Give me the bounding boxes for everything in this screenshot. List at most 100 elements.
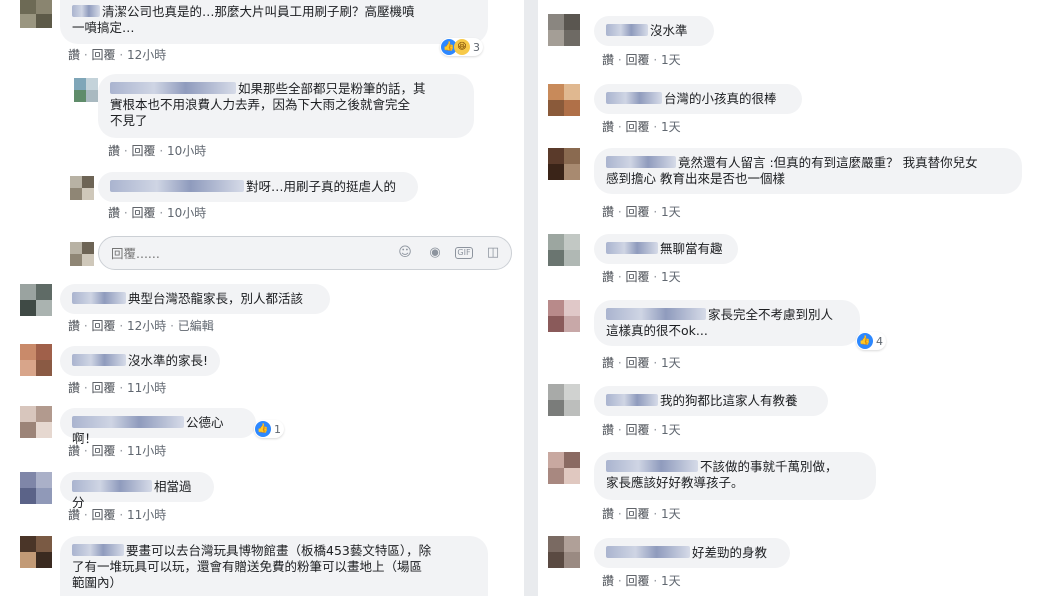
avatar[interactable] xyxy=(548,384,580,416)
blurred-username[interactable] xyxy=(72,354,126,366)
reaction-count[interactable]: 👍 4 xyxy=(856,332,886,350)
like-link[interactable]: 讚 xyxy=(68,48,80,62)
edited-label[interactable]: 已編輯 xyxy=(178,319,214,333)
avatar[interactable] xyxy=(548,300,580,332)
like-link[interactable]: 讚 xyxy=(68,444,80,458)
reply-link[interactable]: 回覆 xyxy=(626,270,650,284)
like-link[interactable]: 讚 xyxy=(602,507,614,521)
camera-icon[interactable]: ◉ xyxy=(427,245,443,261)
reply-link[interactable]: 回覆 xyxy=(626,120,650,134)
avatar[interactable] xyxy=(548,234,580,266)
reply-link[interactable]: 回覆 xyxy=(92,444,116,458)
blurred-username[interactable] xyxy=(110,82,236,94)
timestamp[interactable]: 10小時 xyxy=(167,144,206,158)
avatar[interactable] xyxy=(20,536,52,568)
blurred-username[interactable] xyxy=(72,544,124,556)
avatar[interactable] xyxy=(20,472,52,504)
like-link[interactable]: 讚 xyxy=(602,120,614,134)
blurred-username[interactable] xyxy=(606,242,658,254)
gif-icon[interactable]: GIF xyxy=(455,247,473,259)
timestamp[interactable]: 1天 xyxy=(661,120,681,134)
blurred-username[interactable] xyxy=(606,92,662,104)
comment-actions: 讚 · 回覆 · 1天 xyxy=(602,270,681,284)
avatar[interactable] xyxy=(70,242,94,266)
reply-link[interactable]: 回覆 xyxy=(626,53,650,67)
blurred-username[interactable] xyxy=(606,546,690,558)
reply-link[interactable]: 回覆 xyxy=(626,205,650,219)
blurred-username[interactable] xyxy=(606,460,698,472)
timestamp[interactable]: 1天 xyxy=(661,574,681,588)
like-link[interactable]: 讚 xyxy=(602,356,614,370)
timestamp[interactable]: 1天 xyxy=(661,205,681,219)
reply-link[interactable]: 回覆 xyxy=(132,144,156,158)
blurred-username[interactable] xyxy=(72,480,152,492)
reply-link[interactable]: 回覆 xyxy=(626,507,650,521)
reply-link[interactable]: 回覆 xyxy=(626,423,650,437)
avatar[interactable] xyxy=(20,344,52,376)
like-link[interactable]: 讚 xyxy=(108,206,120,220)
comment-actions: 讚 · 回覆 · 11小時 xyxy=(68,381,167,395)
comment-bubble: 公德心啊！ xyxy=(60,408,256,446)
blurred-username[interactable] xyxy=(606,24,648,36)
blurred-username[interactable] xyxy=(606,308,706,320)
timestamp[interactable]: 1天 xyxy=(661,507,681,521)
reply-link[interactable]: 回覆 xyxy=(92,381,116,395)
blurred-username[interactable] xyxy=(606,394,658,406)
like-link[interactable]: 讚 xyxy=(602,205,614,219)
reaction-count[interactable]: 👍 1 xyxy=(254,420,284,438)
sticker-icon[interactable]: ◫ xyxy=(485,245,501,261)
avatar[interactable] xyxy=(20,284,52,316)
blurred-username[interactable] xyxy=(72,5,100,17)
avatar[interactable] xyxy=(20,406,52,438)
left-comment-panel: 清潔公司也真是的…那麼大片叫員工用刷子刷？高壓機噴 一噴搞定… 👍 😆 3 讚 · … xyxy=(0,0,524,596)
avatar[interactable] xyxy=(548,536,580,568)
reply-link[interactable]: 回覆 xyxy=(92,48,116,62)
comment-actions: 讚 · 回覆 · 1天 xyxy=(602,356,681,370)
like-link[interactable]: 讚 xyxy=(68,381,80,395)
timestamp[interactable]: 11小時 xyxy=(127,381,166,395)
reply-link[interactable]: 回覆 xyxy=(626,356,650,370)
like-link[interactable]: 讚 xyxy=(602,574,614,588)
reply-link[interactable]: 回覆 xyxy=(626,574,650,588)
timestamp[interactable]: 12小時 xyxy=(127,319,166,333)
comment-bubble: 好差勁的身教 xyxy=(594,538,790,568)
comment-actions: 讚 · 回覆 · 1天 xyxy=(602,507,681,521)
like-link[interactable]: 讚 xyxy=(68,319,80,333)
blurred-username[interactable] xyxy=(606,156,676,168)
comment-text: 清潔公司也真是的…那麼大片叫員工用刷子刷？高壓機噴 xyxy=(102,4,415,19)
avatar[interactable] xyxy=(548,14,580,46)
reaction-count[interactable]: 👍 😆 3 xyxy=(440,38,483,56)
timestamp[interactable]: 1天 xyxy=(661,356,681,370)
like-link[interactable]: 讚 xyxy=(602,423,614,437)
timestamp[interactable]: 1天 xyxy=(661,53,681,67)
blurred-username[interactable] xyxy=(72,292,126,304)
timestamp[interactable]: 12小時 xyxy=(127,48,166,62)
avatar[interactable] xyxy=(70,176,94,200)
timestamp[interactable]: 1天 xyxy=(661,423,681,437)
reply-link[interactable]: 回覆 xyxy=(92,319,116,333)
reply-link[interactable]: 回覆 xyxy=(92,508,116,522)
avatar[interactable] xyxy=(548,84,580,116)
avatar[interactable] xyxy=(548,148,580,180)
blurred-username[interactable] xyxy=(110,180,244,192)
avatar[interactable] xyxy=(548,452,580,484)
like-link[interactable]: 讚 xyxy=(602,270,614,284)
haha-icon: 😆 xyxy=(454,39,470,55)
timestamp[interactable]: 11小時 xyxy=(127,444,166,458)
comment-bubble: 清潔公司也真是的…那麼大片叫員工用刷子刷？高壓機噴 一噴搞定… xyxy=(60,0,488,44)
timestamp[interactable]: 1天 xyxy=(661,270,681,284)
reply-input[interactable] xyxy=(111,243,371,263)
avatar[interactable] xyxy=(74,78,98,102)
reply-bubble: 對呀…用刷子真的挺虐人的 xyxy=(98,172,418,202)
like-link[interactable]: 讚 xyxy=(602,53,614,67)
avatar[interactable] xyxy=(20,0,52,28)
emoji-icon[interactable]: ☺ xyxy=(397,245,413,261)
like-link[interactable]: 讚 xyxy=(68,508,80,522)
blurred-username[interactable] xyxy=(72,416,184,428)
comment-bubble: 台灣的小孩真的很棒 xyxy=(594,84,802,114)
comment-actions: 讚 · 回覆 · 1天 xyxy=(602,53,681,67)
reply-link[interactable]: 回覆 xyxy=(132,206,156,220)
timestamp[interactable]: 11小時 xyxy=(127,508,166,522)
like-link[interactable]: 讚 xyxy=(108,144,120,158)
timestamp[interactable]: 10小時 xyxy=(167,206,206,220)
